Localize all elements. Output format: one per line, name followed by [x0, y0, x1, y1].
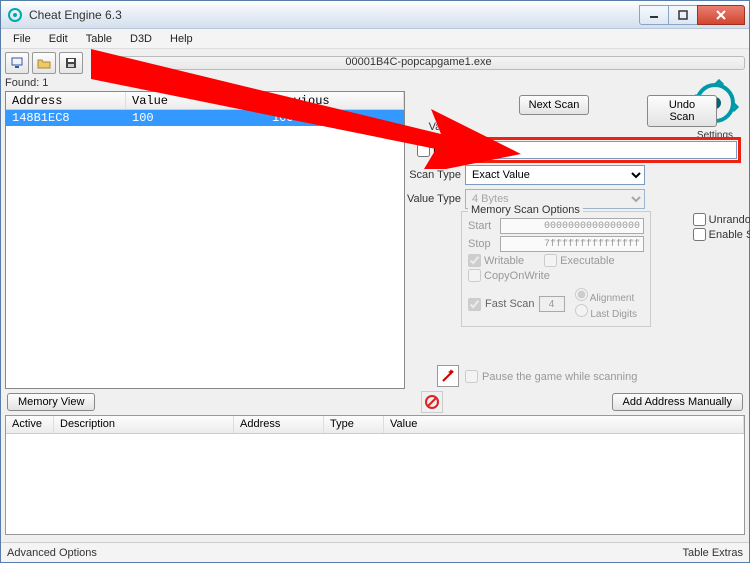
menu-table[interactable]: Table [78, 31, 120, 47]
scan-panel: Next Scan Undo Scan Value: Hex Scan Type… [411, 91, 745, 389]
next-scan-button[interactable]: Next Scan [519, 95, 589, 115]
floppy-icon [64, 56, 78, 70]
process-bar[interactable]: 00001B4C-popcapgame1.exe [92, 56, 745, 70]
executable-checkbox [544, 254, 557, 267]
col-previous[interactable]: Previous [266, 92, 404, 109]
window-title: Cheat Engine 6.3 [29, 8, 640, 22]
scan-type-select[interactable]: Exact Value [465, 165, 645, 185]
process-name: 00001B4C-popcapgame1.exe [345, 56, 491, 68]
table-extras-link[interactable]: Table Extras [682, 547, 743, 559]
start-label: Start [468, 220, 496, 232]
memopts-title: Memory Scan Options [468, 204, 583, 216]
statusbar: Advanced Options Table Extras [1, 542, 749, 562]
menu-file[interactable]: File [5, 31, 39, 47]
maximize-button[interactable] [668, 5, 698, 25]
speedhack-checkbox[interactable] [693, 228, 706, 241]
value-input-highlight [455, 137, 741, 163]
stop-label: Stop [468, 238, 496, 250]
fastscan-input [539, 296, 565, 312]
clear-list-button[interactable] [421, 391, 443, 413]
value-type-label: Value Type [405, 193, 465, 205]
no-entry-icon [424, 394, 440, 410]
result-previous: 100 [266, 110, 404, 126]
computer-icon [10, 56, 24, 70]
result-row[interactable]: 148B1EC8 100 100 [6, 110, 404, 126]
cow-checkbox [468, 269, 481, 282]
alignment-radio [575, 288, 588, 301]
menu-help[interactable]: Help [162, 31, 201, 47]
scan-results-table[interactable]: Address Value Previous 148B1EC8 100 100 [5, 91, 405, 389]
save-button[interactable] [59, 52, 83, 74]
col-active[interactable]: Active [6, 416, 54, 433]
address-list-table[interactable]: Active Description Address Type Value [5, 415, 745, 535]
menubar: File Edit Table D3D Help [1, 29, 749, 49]
address-list-body[interactable] [6, 434, 744, 534]
lua-engine-button[interactable] [437, 365, 459, 387]
folder-open-icon [37, 56, 51, 70]
writable-checkbox [468, 254, 481, 267]
open-process-button[interactable] [5, 52, 29, 74]
menu-edit[interactable]: Edit [41, 31, 76, 47]
col-addr2[interactable]: Address [234, 416, 324, 433]
pause-label: Pause the game while scanning [482, 371, 637, 383]
col-value[interactable]: Value [126, 92, 266, 109]
open-file-button[interactable] [32, 52, 56, 74]
wand-icon [441, 369, 455, 383]
menu-d3d[interactable]: D3D [122, 31, 160, 47]
col-val2[interactable]: Value [384, 416, 744, 433]
app-icon [7, 7, 23, 23]
add-address-manually-button[interactable]: Add Address Manually [612, 393, 743, 411]
fastscan-label: Fast Scan [485, 298, 535, 310]
advanced-options-link[interactable]: Advanced Options [7, 547, 97, 559]
col-type[interactable]: Type [324, 416, 384, 433]
memory-scan-options: Memory Scan Options Start Stop Writable … [461, 211, 651, 327]
value-label: Value: [411, 121, 463, 133]
close-button[interactable] [697, 5, 745, 25]
col-address[interactable]: Address [6, 92, 126, 109]
memory-view-button[interactable]: Memory View [7, 393, 95, 411]
start-input [500, 218, 644, 234]
stop-input [500, 236, 644, 252]
result-value: 100 [126, 110, 266, 126]
minimize-button[interactable] [639, 5, 669, 25]
scan-type-label: Scan Type [405, 169, 465, 181]
fastscan-checkbox [468, 298, 481, 311]
found-count: Found: 1 [5, 77, 745, 89]
titlebar[interactable]: Cheat Engine 6.3 [1, 1, 749, 29]
col-description[interactable]: Description [54, 416, 234, 433]
results-header: Address Value Previous [6, 92, 404, 110]
result-address: 148B1EC8 [6, 110, 126, 126]
hex-checkbox[interactable] [417, 144, 430, 157]
lastdigits-radio [575, 304, 588, 317]
pause-checkbox [465, 370, 478, 383]
hex-label: Hex [433, 144, 453, 156]
unrandomizer-checkbox[interactable] [693, 213, 706, 226]
value-input[interactable] [459, 141, 737, 159]
